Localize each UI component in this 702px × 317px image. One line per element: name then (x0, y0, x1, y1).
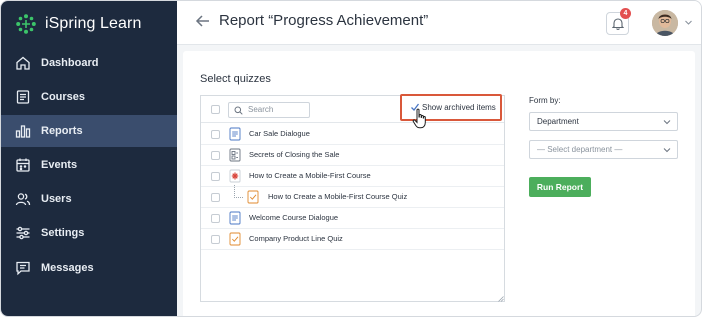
report-settings-card: Select quizzes Search Car Sale Dialogue … (183, 51, 695, 316)
sidebar-item-label: Reports (41, 125, 83, 137)
item-checkbox[interactable] (211, 235, 220, 244)
bar-chart-icon (15, 123, 31, 139)
item-label: How to Create a Mobile-First Course Quiz (268, 192, 408, 201)
user-photo-icon (652, 10, 678, 36)
sidebar-item-label: Messages (41, 262, 94, 274)
sidebar-item-dashboard[interactable]: Dashboard (1, 47, 177, 79)
form-by-value: Department (537, 117, 579, 126)
list-item[interactable]: Secrets of Closing the Sale (201, 145, 504, 166)
item-checkbox[interactable] (211, 214, 220, 223)
sidebar-item-settings[interactable]: Settings (1, 217, 177, 249)
resize-handle-icon[interactable] (498, 296, 504, 302)
sidebar-item-events[interactable]: Events (1, 149, 177, 181)
list-item[interactable]: Company Product Line Quiz (201, 229, 504, 250)
sliders-icon (15, 225, 31, 241)
quiz-icon (247, 190, 259, 204)
users-icon (15, 191, 31, 207)
courses-icon (15, 89, 31, 105)
chevron-down-icon[interactable] (684, 18, 693, 27)
sidebar-item-messages[interactable]: Messages (1, 252, 177, 284)
course-page-icon (229, 148, 241, 162)
sidebar-item-users[interactable]: Users (1, 183, 177, 215)
app-window: iSpring Learn Dashboard Courses Reports … (0, 0, 702, 317)
brand[interactable]: iSpring Learn (15, 12, 141, 36)
item-label: Secrets of Closing the Sale (249, 150, 340, 159)
search-placeholder: Search (248, 105, 274, 114)
department-select[interactable]: — Select department — (529, 140, 678, 159)
sidebar-item-label: Dashboard (41, 57, 99, 69)
brand-name: iSpring Learn (45, 15, 142, 32)
bell-icon (612, 18, 624, 30)
page-title: Report “Progress Achievement” (219, 12, 429, 29)
dialogue-icon (229, 211, 241, 225)
notification-badge: 4 (620, 8, 631, 19)
sidebar-item-label: Settings (41, 227, 85, 239)
ispring-logo-icon (16, 14, 36, 34)
course-star-icon (229, 169, 241, 183)
form-by-select[interactable]: Department (529, 112, 678, 131)
list-item[interactable]: Car Sale Dialogue (201, 124, 504, 145)
back-arrow-icon[interactable] (195, 13, 211, 29)
show-archived-label: Show archived items (422, 103, 496, 112)
list-item[interactable]: Welcome Course Dialogue (201, 208, 504, 229)
item-checkbox[interactable] (211, 172, 220, 181)
sidebar: iSpring Learn Dashboard Courses Reports … (1, 1, 177, 316)
form-by-label: Form by: (529, 96, 561, 105)
item-label: Company Product Line Quiz (249, 234, 343, 243)
search-input[interactable]: Search (228, 102, 310, 118)
sidebar-item-label: Courses (41, 91, 86, 103)
item-checkbox[interactable] (211, 130, 220, 139)
department-placeholder: — Select department — (537, 145, 623, 154)
item-checkbox[interactable] (211, 193, 220, 202)
item-label: Car Sale Dialogue (249, 129, 310, 138)
hand-cursor-icon (412, 108, 426, 129)
item-checkbox[interactable] (211, 151, 220, 160)
item-label: Welcome Course Dialogue (249, 213, 339, 222)
section-title: Select quizzes (200, 73, 271, 85)
tree-connector (234, 185, 243, 198)
avatar[interactable] (652, 10, 678, 36)
page-header: Report “Progress Achievement” 4 (177, 1, 701, 45)
list-item[interactable]: How to Create a Mobile-First Course (201, 166, 504, 187)
message-icon (15, 260, 31, 276)
dialogue-icon (229, 127, 241, 141)
item-label: How to Create a Mobile-First Course (249, 171, 371, 180)
select-all-checkbox[interactable] (211, 105, 220, 114)
chevron-down-icon (663, 148, 671, 153)
quiz-icon (229, 232, 241, 246)
run-report-button[interactable]: Run Report (529, 177, 591, 197)
calendar-icon (15, 157, 31, 173)
list-item[interactable]: How to Create a Mobile-First Course Quiz (201, 185, 504, 208)
sidebar-item-label: Events (41, 159, 78, 171)
chevron-down-icon (663, 120, 671, 125)
search-icon (234, 106, 243, 115)
sidebar-item-courses[interactable]: Courses (1, 81, 177, 113)
home-icon (15, 55, 31, 71)
sidebar-item-reports[interactable]: Reports (1, 115, 177, 147)
sidebar-item-label: Users (41, 193, 72, 205)
quiz-list: Search Car Sale Dialogue Secrets of Clos… (200, 95, 505, 302)
